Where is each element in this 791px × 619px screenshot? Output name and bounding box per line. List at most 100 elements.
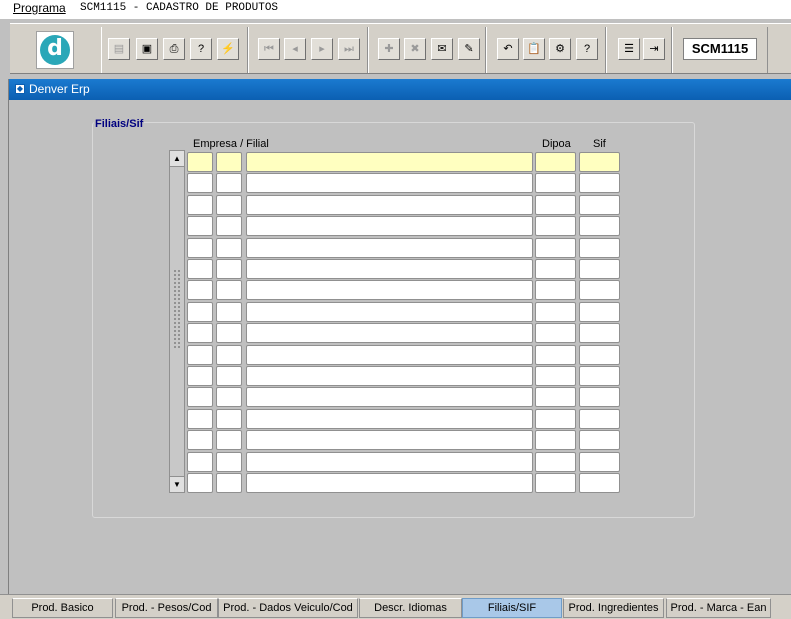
cell-filial[interactable] — [216, 344, 242, 365]
tab-filiais-sif[interactable]: Filiais/SIF — [462, 598, 562, 618]
last-record-icon[interactable]: ⏭ — [338, 38, 360, 60]
cell-dipoa[interactable] — [535, 259, 576, 279]
clipboard-icon[interactable]: 📋 — [523, 38, 545, 60]
cell-sif[interactable] — [579, 430, 620, 451]
insert-record-icon[interactable]: ✚ — [378, 38, 400, 60]
cell-filial[interactable] — [216, 259, 242, 279]
cell-dipoa[interactable] — [535, 194, 576, 215]
tab-prod-pesos-cod[interactable]: Prod. - Pesos/Cod — [115, 598, 218, 618]
cell-dipoa[interactable] — [535, 216, 576, 237]
cell-sif[interactable] — [579, 387, 620, 408]
tab-prod-dados-veiculo-cod[interactable]: Prod. - Dados Veiculo/Cod — [218, 598, 358, 618]
cell-sif[interactable] — [579, 173, 620, 194]
cell-filial-name[interactable] — [246, 216, 533, 237]
cell-empresa[interactable] — [187, 323, 213, 344]
cell-dipoa[interactable] — [535, 173, 576, 194]
cell-filial-name[interactable] — [246, 173, 533, 194]
cell-empresa[interactable] — [187, 387, 213, 408]
cell-empresa[interactable] — [187, 344, 213, 365]
cell-filial-name[interactable] — [246, 280, 533, 301]
cell-dipoa[interactable] — [535, 323, 576, 344]
cell-filial[interactable] — [216, 473, 242, 493]
cell-dipoa[interactable] — [535, 451, 576, 472]
cell-dipoa[interactable] — [535, 344, 576, 365]
cell-dipoa[interactable] — [535, 366, 576, 386]
cell-empresa[interactable] — [187, 237, 213, 258]
cell-sif[interactable] — [579, 216, 620, 237]
cell-empresa[interactable] — [187, 301, 213, 322]
delete-record-icon[interactable]: ✖ — [404, 38, 426, 60]
cell-filial-name[interactable] — [246, 344, 533, 365]
save-icon[interactable]: ▤ — [108, 38, 130, 60]
cell-filial[interactable] — [216, 173, 242, 194]
cell-empresa[interactable] — [187, 173, 213, 194]
cell-empresa[interactable] — [187, 451, 213, 472]
cell-sif[interactable] — [579, 280, 620, 301]
undo-icon[interactable]: ↶ — [497, 38, 519, 60]
cell-filial[interactable] — [216, 216, 242, 237]
print-preview-icon[interactable]: ▣ — [136, 38, 158, 60]
cell-filial-name[interactable] — [246, 366, 533, 386]
cell-dipoa[interactable] — [535, 473, 576, 493]
cell-sif[interactable] — [579, 194, 620, 215]
help-icon[interactable]: ? — [576, 38, 598, 60]
window-title-bar[interactable]: ◆ Denver Erp — [9, 79, 791, 100]
previous-record-icon[interactable]: ◂ — [284, 38, 306, 60]
cell-filial-name[interactable] — [246, 323, 533, 344]
scroll-thumb[interactable] — [173, 269, 181, 349]
tab-prod-marca-ean[interactable]: Prod. - Marca - Ean — [666, 598, 771, 618]
cell-empresa[interactable] — [187, 259, 213, 279]
cell-filial-name[interactable] — [246, 451, 533, 472]
cell-sif[interactable] — [579, 301, 620, 322]
cell-filial-name[interactable] — [246, 473, 533, 493]
cell-sif[interactable] — [579, 344, 620, 365]
first-record-icon[interactable]: ⏮ — [258, 38, 280, 60]
cell-empresa[interactable] — [187, 408, 213, 429]
scroll-up-icon[interactable]: ▲ — [170, 151, 184, 167]
cell-sif[interactable] — [579, 323, 620, 344]
cell-filial[interactable] — [216, 237, 242, 258]
records-scrollbar[interactable]: ▲ ▼ — [169, 150, 185, 493]
cell-empresa[interactable] — [187, 194, 213, 215]
tab-descr-idiomas[interactable]: Descr. Idiomas — [359, 598, 462, 618]
printer-icon[interactable]: ⎙ — [163, 38, 185, 60]
cell-dipoa[interactable] — [535, 430, 576, 451]
cell-dipoa[interactable] — [535, 280, 576, 301]
cell-filial[interactable] — [216, 301, 242, 322]
cell-filial[interactable] — [216, 323, 242, 344]
cell-filial[interactable] — [216, 451, 242, 472]
cell-dipoa[interactable] — [535, 301, 576, 322]
cell-dipoa[interactable] — [535, 408, 576, 429]
exit-icon[interactable]: ⇥ — [643, 38, 665, 60]
cell-filial-name[interactable] — [246, 301, 533, 322]
cell-filial-name[interactable] — [246, 387, 533, 408]
cell-filial[interactable] — [216, 408, 242, 429]
cell-dipoa[interactable] — [535, 237, 576, 258]
scroll-down-icon[interactable]: ▼ — [170, 476, 184, 492]
cell-filial-name[interactable] — [246, 430, 533, 451]
cell-dipoa[interactable] — [535, 152, 576, 172]
cell-sif[interactable] — [579, 259, 620, 279]
cell-sif[interactable] — [579, 451, 620, 472]
cell-filial-name[interactable] — [246, 237, 533, 258]
cell-sif[interactable] — [579, 408, 620, 429]
cell-filial[interactable] — [216, 152, 242, 172]
cell-filial[interactable] — [216, 280, 242, 301]
tools-icon[interactable]: ⚙ — [549, 38, 571, 60]
cell-filial-name[interactable] — [246, 259, 533, 279]
cell-empresa[interactable] — [187, 430, 213, 451]
cell-filial-name[interactable] — [246, 194, 533, 215]
cell-sif[interactable] — [579, 237, 620, 258]
cell-sif[interactable] — [579, 366, 620, 386]
cell-dipoa[interactable] — [535, 387, 576, 408]
menu-programa[interactable]: Programa — [13, 1, 66, 15]
help-query-icon[interactable]: ? — [190, 38, 212, 60]
edit-view-icon[interactable]: ✉ — [431, 38, 453, 60]
cell-sif[interactable] — [579, 473, 620, 493]
cell-empresa[interactable] — [187, 366, 213, 386]
cell-empresa[interactable] — [187, 216, 213, 237]
cell-empresa[interactable] — [187, 280, 213, 301]
cell-filial-name[interactable] — [246, 152, 533, 172]
cell-filial[interactable] — [216, 387, 242, 408]
cell-empresa[interactable] — [187, 152, 213, 172]
